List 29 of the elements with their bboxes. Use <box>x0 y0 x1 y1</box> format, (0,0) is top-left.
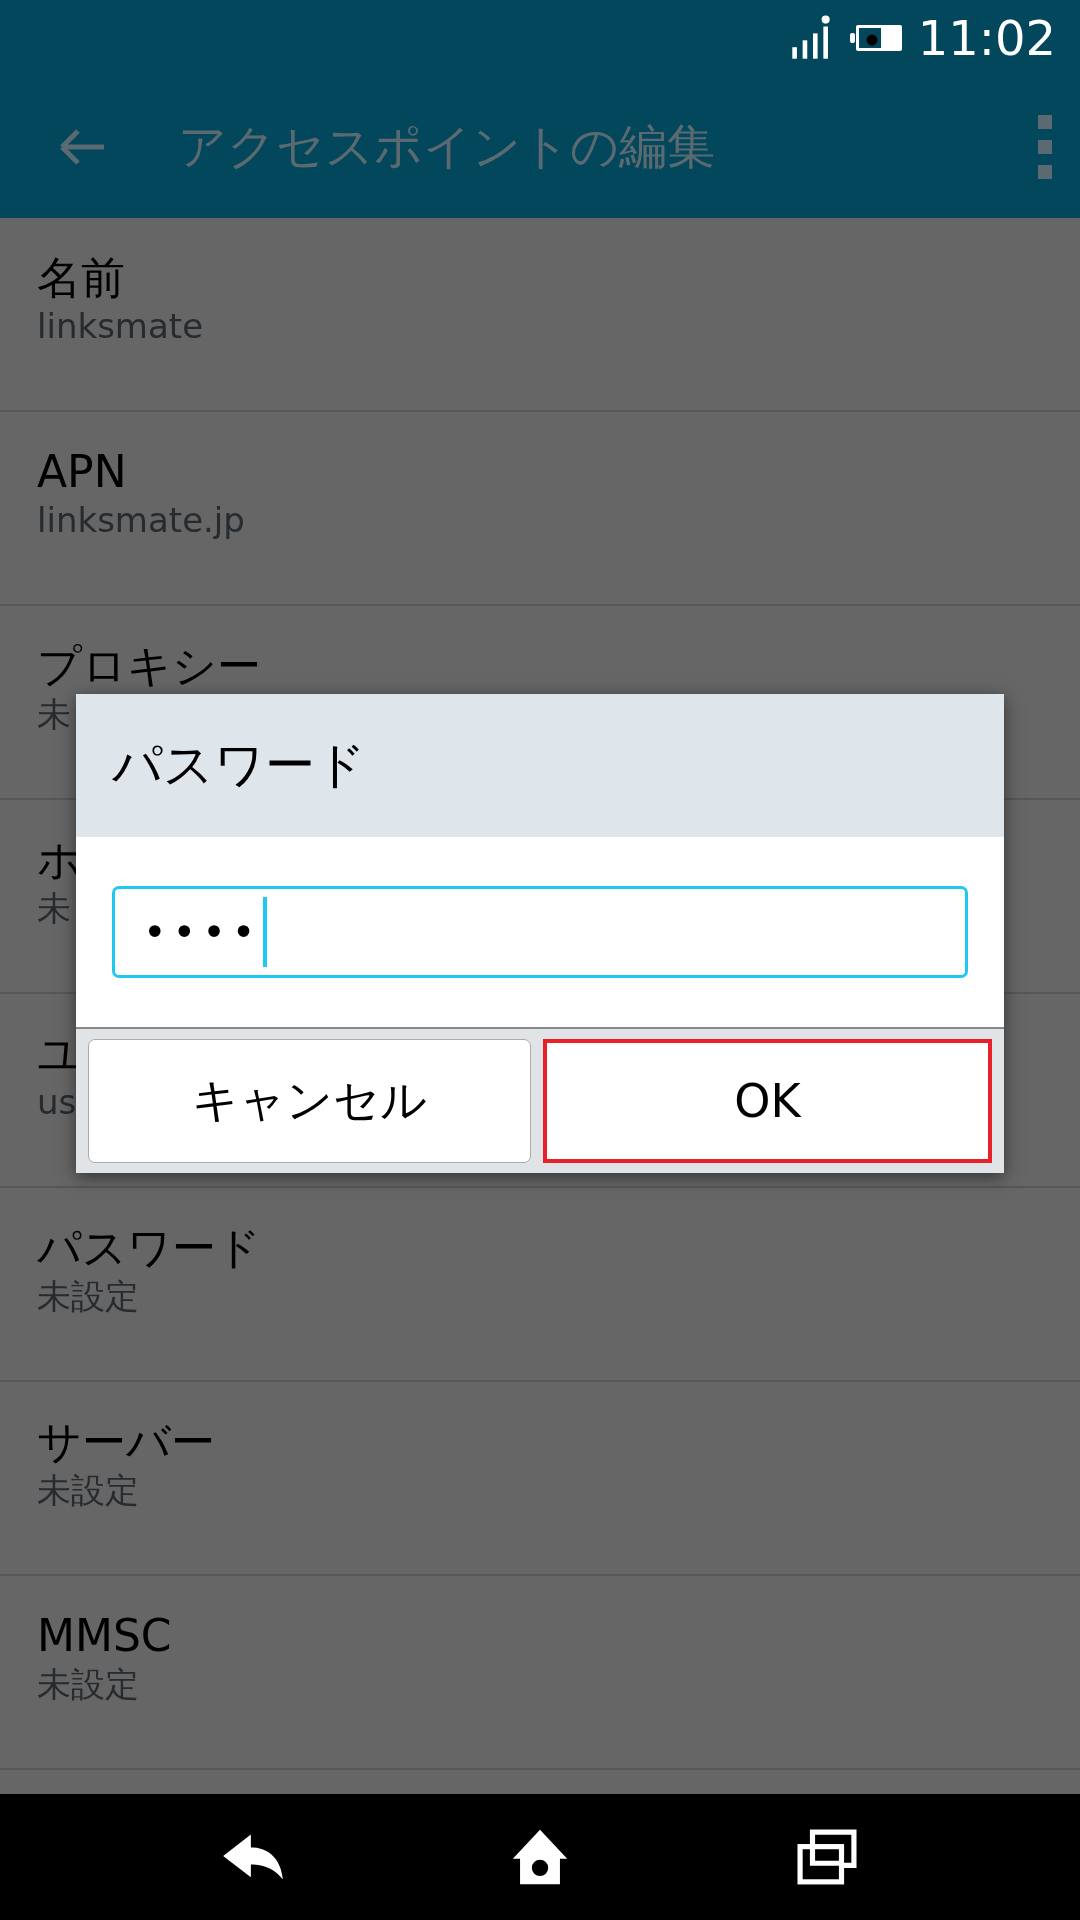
ok-button[interactable]: OK <box>543 1039 992 1163</box>
cancel-button[interactable]: キャンセル <box>88 1039 531 1163</box>
setting-title: ユ <box>37 1030 82 1079</box>
dialog-title: パスワード <box>112 735 366 796</box>
setting-value: us <box>37 1084 77 1122</box>
recent-apps-icon[interactable] <box>794 1828 859 1886</box>
setting-title: 名前 <box>37 254 125 303</box>
setting-value: linksmate.jp <box>37 502 245 540</box>
setting-title: ホ <box>37 836 82 885</box>
setting-value: 未設定 <box>37 1666 139 1704</box>
setting-value: 未設定 <box>37 1472 139 1510</box>
setting-title: MMSC <box>37 1612 172 1661</box>
password-field[interactable]: •••• <box>112 886 968 978</box>
battery-icon <box>849 23 904 53</box>
setting-title: パスワード <box>37 1224 261 1273</box>
setting-value: 未設定 <box>37 1278 139 1316</box>
setting-title: サーバー <box>37 1418 215 1467</box>
settings-item[interactable]: APN linksmate.jp <box>0 412 1080 606</box>
settings-item[interactable]: MMSC 未設定 <box>0 1576 1080 1770</box>
setting-title: APN <box>37 448 127 497</box>
setting-value: 未 <box>37 696 71 734</box>
setting-value: linksmate <box>37 308 204 346</box>
settings-item[interactable]: サーバー 未設定 <box>0 1382 1080 1576</box>
clock-time: 11:02 <box>917 10 1056 66</box>
setting-title: プロキシー <box>37 642 261 691</box>
settings-item[interactable]: パスワード 未設定 <box>0 1188 1080 1382</box>
setting-value: 未 <box>37 890 71 928</box>
screen-title: アクセスポイントの編集 <box>178 117 716 176</box>
settings-item[interactable]: 名前 linksmate <box>0 218 1080 412</box>
